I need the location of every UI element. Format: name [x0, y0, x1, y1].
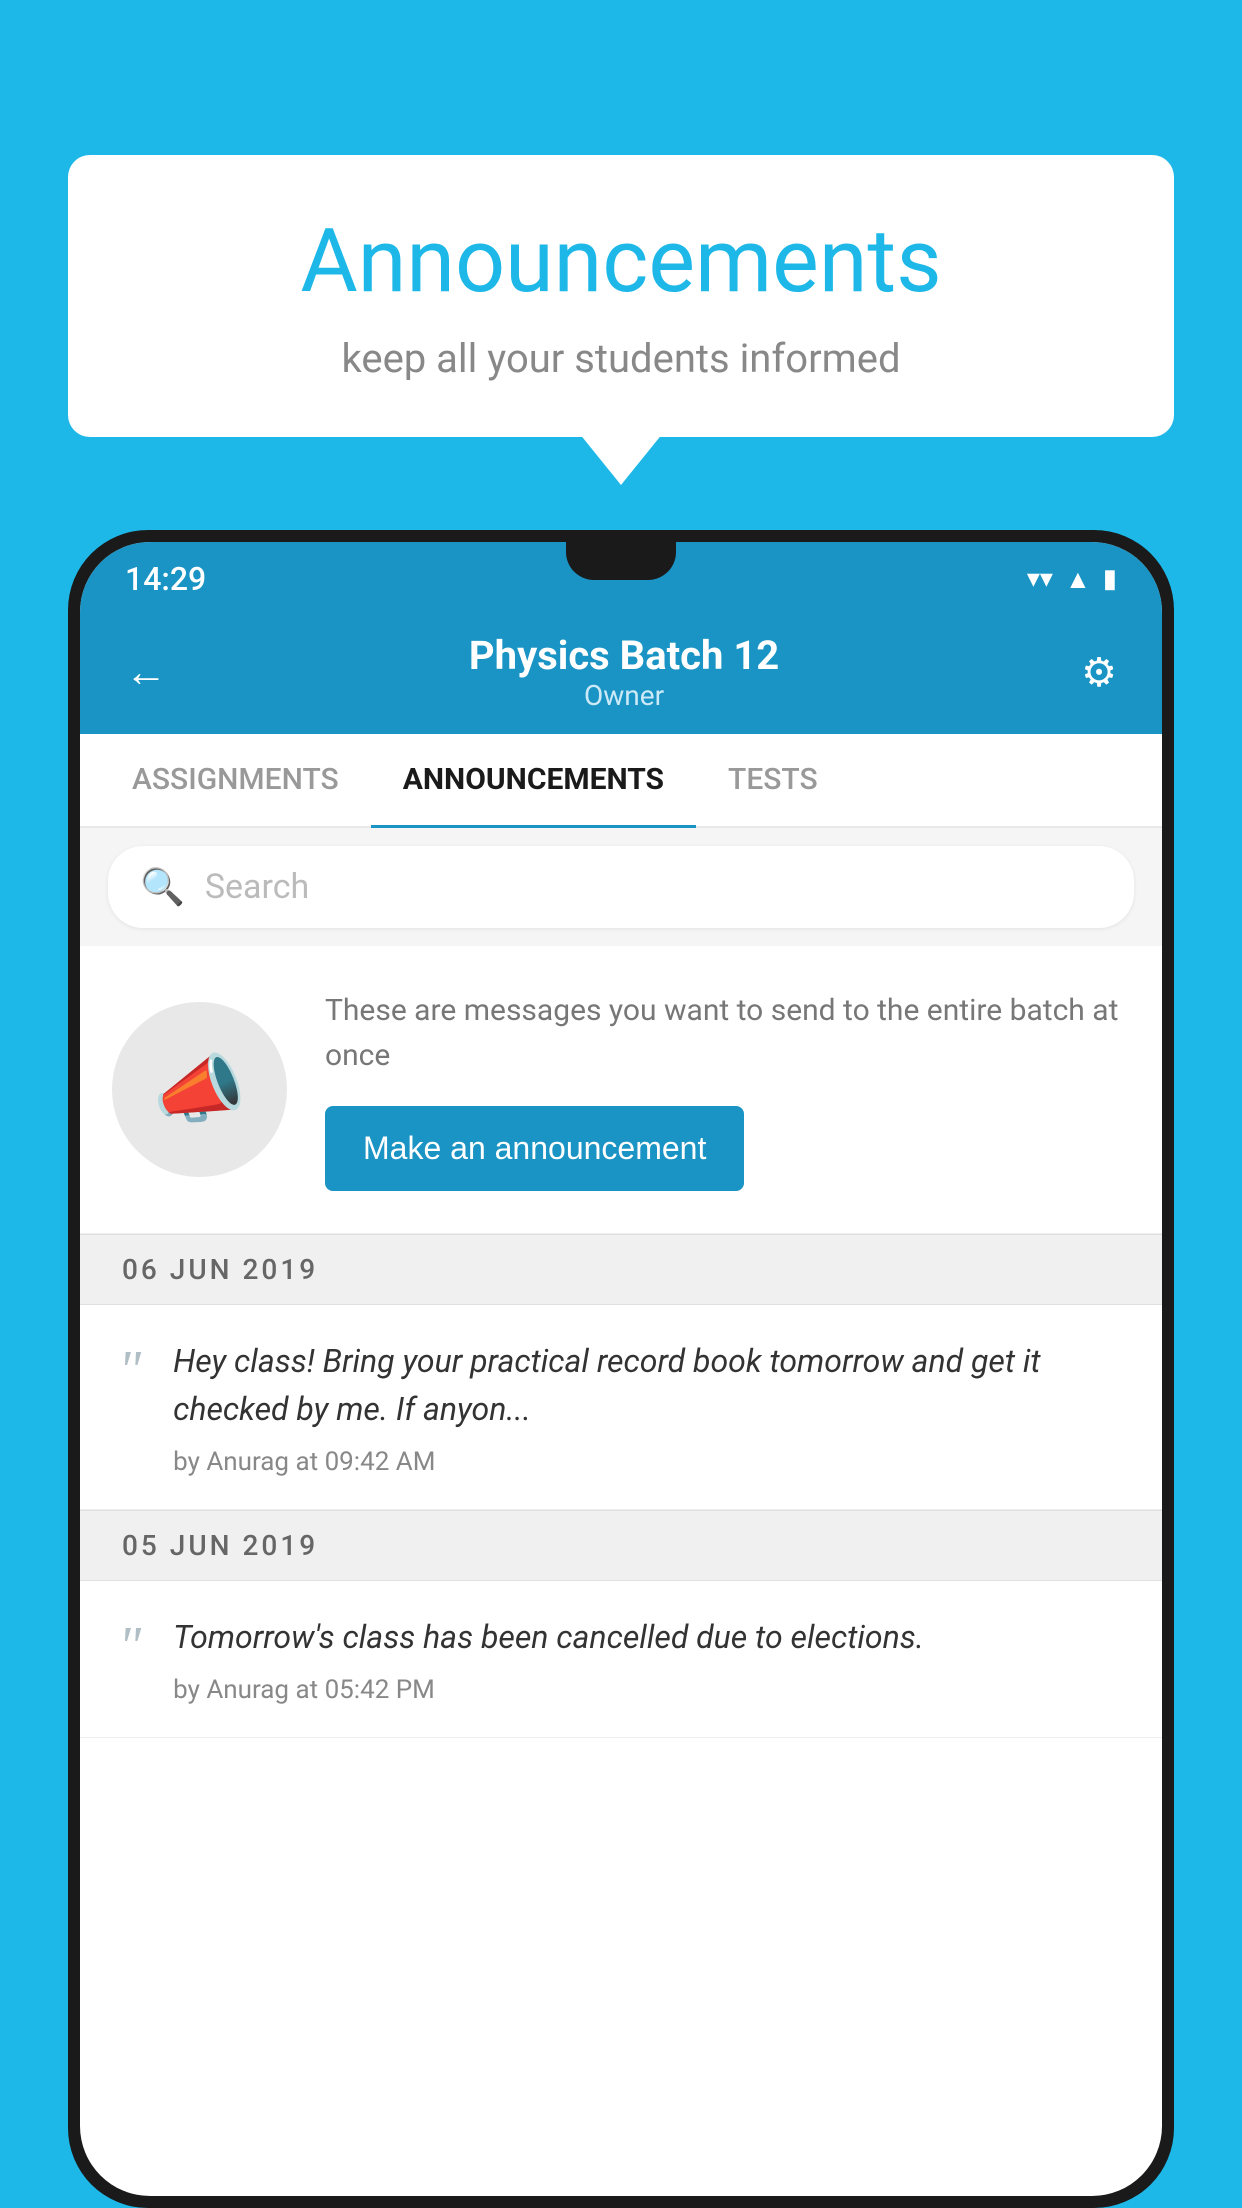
announcement-content-2: Tomorrow's class has been cancelled due …	[173, 1613, 1124, 1705]
header-center: Physics Batch 12 Owner	[469, 632, 779, 712]
announcement-content-1: Hey class! Bring your practical record b…	[173, 1337, 1124, 1477]
phone-inner: 14:29 ▾▾ ▲ ▮ ← Physics Batch 12 Owner ⚙ …	[80, 542, 1162, 2196]
wifi-icon: ▾▾	[1027, 564, 1053, 594]
search-container: 🔍 Search	[80, 828, 1162, 946]
cta-right: These are messages you want to send to t…	[325, 988, 1130, 1191]
announcement-item-2[interactable]: " Tomorrow's class has been cancelled du…	[80, 1581, 1162, 1738]
announcement-meta-2: by Anurag at 05:42 PM	[173, 1675, 1124, 1705]
back-button[interactable]: ←	[125, 648, 167, 697]
announcement-item-1[interactable]: " Hey class! Bring your practical record…	[80, 1305, 1162, 1510]
tab-tests[interactable]: TESTS	[696, 734, 850, 828]
batch-role: Owner	[469, 679, 779, 712]
speech-bubble: Announcements keep all your students inf…	[68, 155, 1174, 437]
date-label-2: 05 JUN 2019	[122, 1529, 318, 1562]
search-icon: 🔍	[140, 866, 185, 908]
batch-name: Physics Batch 12	[469, 632, 779, 679]
signal-icon: ▲	[1065, 564, 1091, 595]
date-label-1: 06 JUN 2019	[122, 1253, 318, 1286]
status-bar: 14:29 ▾▾ ▲ ▮	[80, 542, 1162, 610]
announcements-subtitle: keep all your students informed	[128, 335, 1114, 382]
battery-icon: ▮	[1103, 564, 1117, 594]
phone-frame: 14:29 ▾▾ ▲ ▮ ← Physics Batch 12 Owner ⚙ …	[68, 530, 1174, 2208]
announcements-title: Announcements	[128, 210, 1114, 313]
announcement-text-1: Hey class! Bring your practical record b…	[173, 1337, 1124, 1433]
megaphone-icon: 📣	[153, 1046, 246, 1134]
date-section-2: 05 JUN 2019	[80, 1510, 1162, 1581]
make-announcement-button[interactable]: Make an announcement	[325, 1106, 744, 1191]
status-time: 14:29	[125, 560, 206, 598]
quote-icon-2: "	[118, 1618, 141, 1673]
speech-bubble-container: Announcements keep all your students inf…	[68, 155, 1174, 437]
status-icons: ▾▾ ▲ ▮	[1027, 564, 1117, 595]
search-placeholder: Search	[205, 867, 309, 907]
cta-description: These are messages you want to send to t…	[325, 988, 1130, 1078]
search-bar[interactable]: 🔍 Search	[108, 846, 1134, 928]
announcement-text-2: Tomorrow's class has been cancelled due …	[173, 1613, 1124, 1661]
notch	[566, 542, 676, 580]
tab-announcements[interactable]: ANNOUNCEMENTS	[371, 734, 696, 828]
quote-icon-1: "	[118, 1342, 141, 1397]
app-header: ← Physics Batch 12 Owner ⚙	[80, 610, 1162, 734]
tabs-bar: ASSIGNMENTS ANNOUNCEMENTS TESTS	[80, 734, 1162, 828]
settings-icon[interactable]: ⚙	[1081, 649, 1117, 696]
megaphone-circle: 📣	[112, 1002, 287, 1177]
date-section-1: 06 JUN 2019	[80, 1234, 1162, 1305]
announcement-meta-1: by Anurag at 09:42 AM	[173, 1447, 1124, 1477]
announcement-cta: 📣 These are messages you want to send to…	[80, 946, 1162, 1234]
tab-assignments[interactable]: ASSIGNMENTS	[100, 734, 371, 828]
